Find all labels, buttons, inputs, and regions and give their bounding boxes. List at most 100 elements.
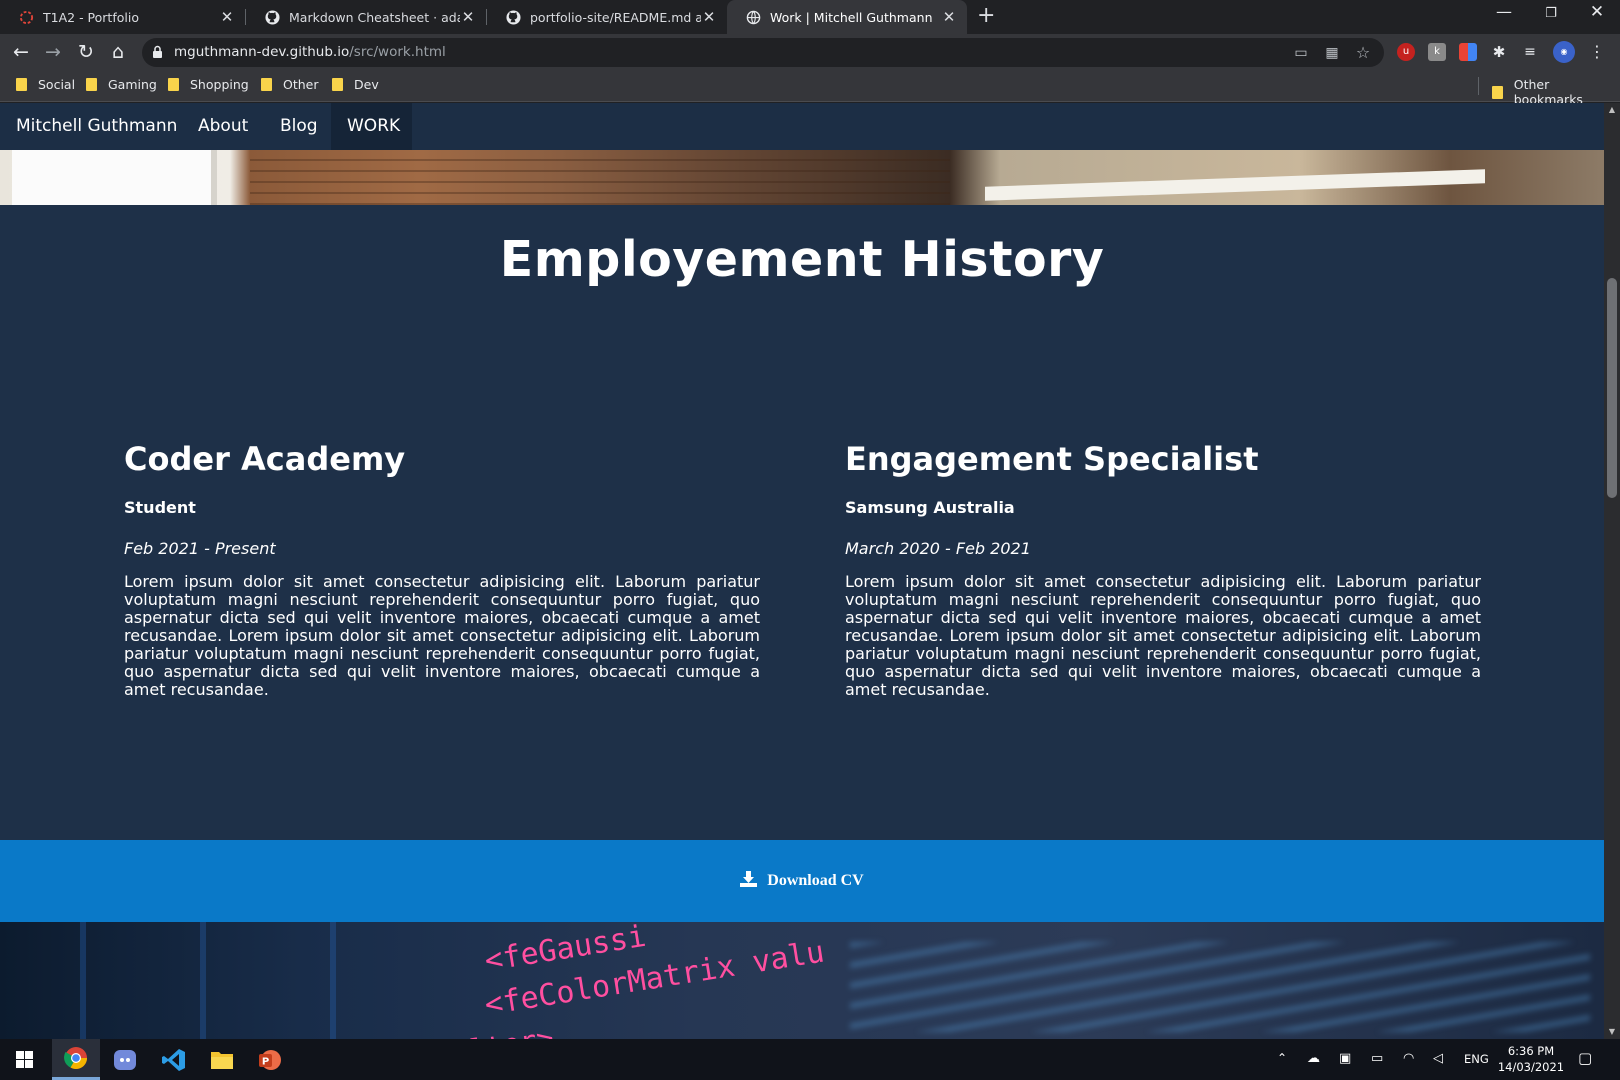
vscode-icon[interactable] [150, 1039, 198, 1080]
job-role: Student [124, 498, 196, 517]
folder-icon [86, 78, 97, 91]
nav-item-about[interactable]: About [182, 103, 264, 150]
browser-tab-strip: T1A2 - Portfolio ✕ Markdown Cheatsheet ·… [0, 0, 1620, 34]
input-language[interactable]: ENG [1464, 1052, 1489, 1066]
download-cv-bar: Download CV [0, 840, 1604, 922]
url-host: mguthmann-dev.github.io [174, 44, 350, 60]
globe-icon [745, 9, 761, 25]
bookmark-folder-gaming[interactable]: Gaming [86, 77, 157, 92]
bookmark-folder-other[interactable]: Other [261, 77, 319, 92]
ublock-origin-icon[interactable]: u [1397, 43, 1415, 61]
folder-icon [1492, 85, 1503, 99]
download-cv-button[interactable]: Download CV [740, 870, 864, 892]
bookmark-label: Other [283, 77, 319, 92]
volume-icon[interactable]: ◁ [1433, 1051, 1443, 1066]
close-tab-icon[interactable]: ✕ [941, 8, 957, 26]
bookmark-star-icon[interactable]: ☆ [1354, 45, 1372, 61]
color-picker-icon[interactable] [1459, 43, 1477, 61]
scrollbar-thumb[interactable] [1607, 278, 1617, 498]
code-line: lter> [467, 1021, 555, 1039]
cast-icon[interactable]: ▭ [1292, 45, 1310, 61]
tab-label: Markdown Cheatsheet · adam-p/ [289, 9, 460, 25]
security-icon[interactable]: ▣ [1339, 1051, 1351, 1066]
job-company: Engagement Specialist [845, 440, 1259, 478]
job-role: Samsung Australia [845, 498, 1015, 517]
profile-avatar[interactable]: ◉ [1553, 41, 1575, 63]
windows-taskbar: P ⌃ ☁ ▣ ▭ ◠ ◁ ENG 6:36 PM 14/03/2021 ▢ [0, 1039, 1620, 1080]
address-bar[interactable]: mguthmann-dev.github.io/src/work.html ▭ … [142, 38, 1384, 67]
tab-portfolio-readme[interactable]: portfolio-site/README.md at ma ✕ [487, 0, 727, 34]
discord-icon[interactable] [101, 1039, 149, 1080]
bookmarks-divider [1478, 77, 1479, 95]
home-button[interactable]: ⌂ [106, 40, 130, 64]
file-explorer-icon[interactable] [198, 1039, 246, 1080]
forward-button[interactable]: → [41, 40, 65, 64]
close-window-button[interactable]: ✕ [1574, 2, 1620, 22]
tab-label: portfolio-site/README.md at ma [530, 9, 701, 25]
bookmark-label: Dev [354, 77, 379, 92]
code-background-image: <feGaussi <feColorMatrix valu lter> [0, 922, 1604, 1039]
code-bg-stripe [200, 922, 206, 1039]
start-icon[interactable] [0, 1039, 48, 1080]
svg-text:P: P [262, 1056, 269, 1067]
folder-icon [332, 78, 343, 91]
job-description: Lorem ipsum dolor sit amet consectetur a… [845, 572, 1481, 699]
bookmark-label: Social [38, 77, 76, 92]
job-card-coder-academy: Coder Academy Student Feb 2021 - Present… [124, 443, 760, 699]
tab-markdown-cheatsheet[interactable]: Markdown Cheatsheet · adam-p/ ✕ [246, 0, 486, 34]
qr-code-icon[interactable]: ▦ [1323, 45, 1341, 61]
close-tab-icon[interactable]: ✕ [219, 8, 235, 26]
powerpoint-icon[interactable]: P [246, 1039, 294, 1080]
reload-button[interactable]: ↻ [74, 40, 98, 64]
show-hidden-icons-icon[interactable]: ⌃ [1277, 1051, 1287, 1065]
clock-date: 14/03/2021 [1497, 1060, 1565, 1074]
extension-icon[interactable]: k [1428, 43, 1446, 61]
browser-menu-icon[interactable]: ⋮ [1588, 43, 1606, 61]
system-clock[interactable]: 6:36 PM 14/03/2021 [1496, 1043, 1566, 1075]
tab-work-mitchell-guthmann[interactable]: Work | Mitchell Guthmann ✕ [727, 0, 967, 34]
code-bg-stripe [80, 922, 86, 1039]
tab-t1a2-portfolio[interactable]: T1A2 - Portfolio ✕ [0, 0, 245, 34]
download-icon [740, 870, 758, 892]
wifi-icon[interactable]: ◠ [1403, 1051, 1414, 1066]
battery-icon[interactable]: ▭ [1371, 1051, 1383, 1066]
new-tab-button[interactable]: + [977, 3, 995, 28]
nav-brand-link[interactable]: Mitchell Guthmann [0, 103, 193, 150]
minimize-button[interactable]: — [1481, 2, 1527, 21]
nav-item-blog[interactable]: Blog [264, 103, 334, 150]
bookmark-folder-shopping[interactable]: Shopping [168, 77, 249, 92]
hero-office-image [0, 150, 1604, 205]
bookmark-label: Gaming [108, 77, 157, 92]
chrome-icon[interactable] [52, 1039, 100, 1080]
page-title: Employement History [499, 231, 1105, 288]
web-page: Mitchell Guthmann About Blog WORK Employ… [0, 103, 1604, 1039]
scroll-down-arrow[interactable]: ▼ [1604, 1027, 1620, 1036]
extensions-puzzle-icon[interactable]: ✱ [1490, 43, 1508, 61]
bookmark-folder-social[interactable]: Social [16, 77, 75, 92]
hero-window [12, 150, 217, 205]
url-text: mguthmann-dev.github.io/src/work.html [174, 44, 446, 60]
scroll-up-arrow[interactable]: ▲ [1604, 105, 1620, 114]
hero-brick-wall [250, 150, 950, 205]
media-queue-icon[interactable]: ≡ [1521, 43, 1539, 61]
github-icon [264, 9, 280, 25]
github-icon [505, 9, 521, 25]
loading-icon [18, 9, 34, 25]
folder-icon [16, 78, 27, 91]
close-tab-icon[interactable]: ✕ [701, 8, 717, 26]
folder-icon [168, 78, 179, 91]
notifications-icon[interactable]: ▢ [1578, 1049, 1592, 1067]
clock-time: 6:36 PM [1507, 1044, 1555, 1058]
back-button[interactable]: ← [9, 40, 33, 64]
lock-icon [152, 44, 163, 63]
nav-item-work[interactable]: WORK [331, 103, 412, 150]
tab-label: T1A2 - Portfolio [43, 9, 139, 25]
close-tab-icon[interactable]: ✕ [460, 8, 476, 26]
hero-ceiling-light [985, 169, 1485, 201]
onedrive-icon[interactable]: ☁ [1307, 1051, 1320, 1066]
page-scrollbar[interactable]: ▲ ▼ [1604, 103, 1620, 1039]
bookmark-folder-dev[interactable]: Dev [332, 77, 379, 92]
restore-button[interactable]: ❐ [1528, 6, 1574, 21]
tab-label: Work | Mitchell Guthmann [770, 9, 933, 25]
url-path: /src/work.html [349, 44, 446, 60]
